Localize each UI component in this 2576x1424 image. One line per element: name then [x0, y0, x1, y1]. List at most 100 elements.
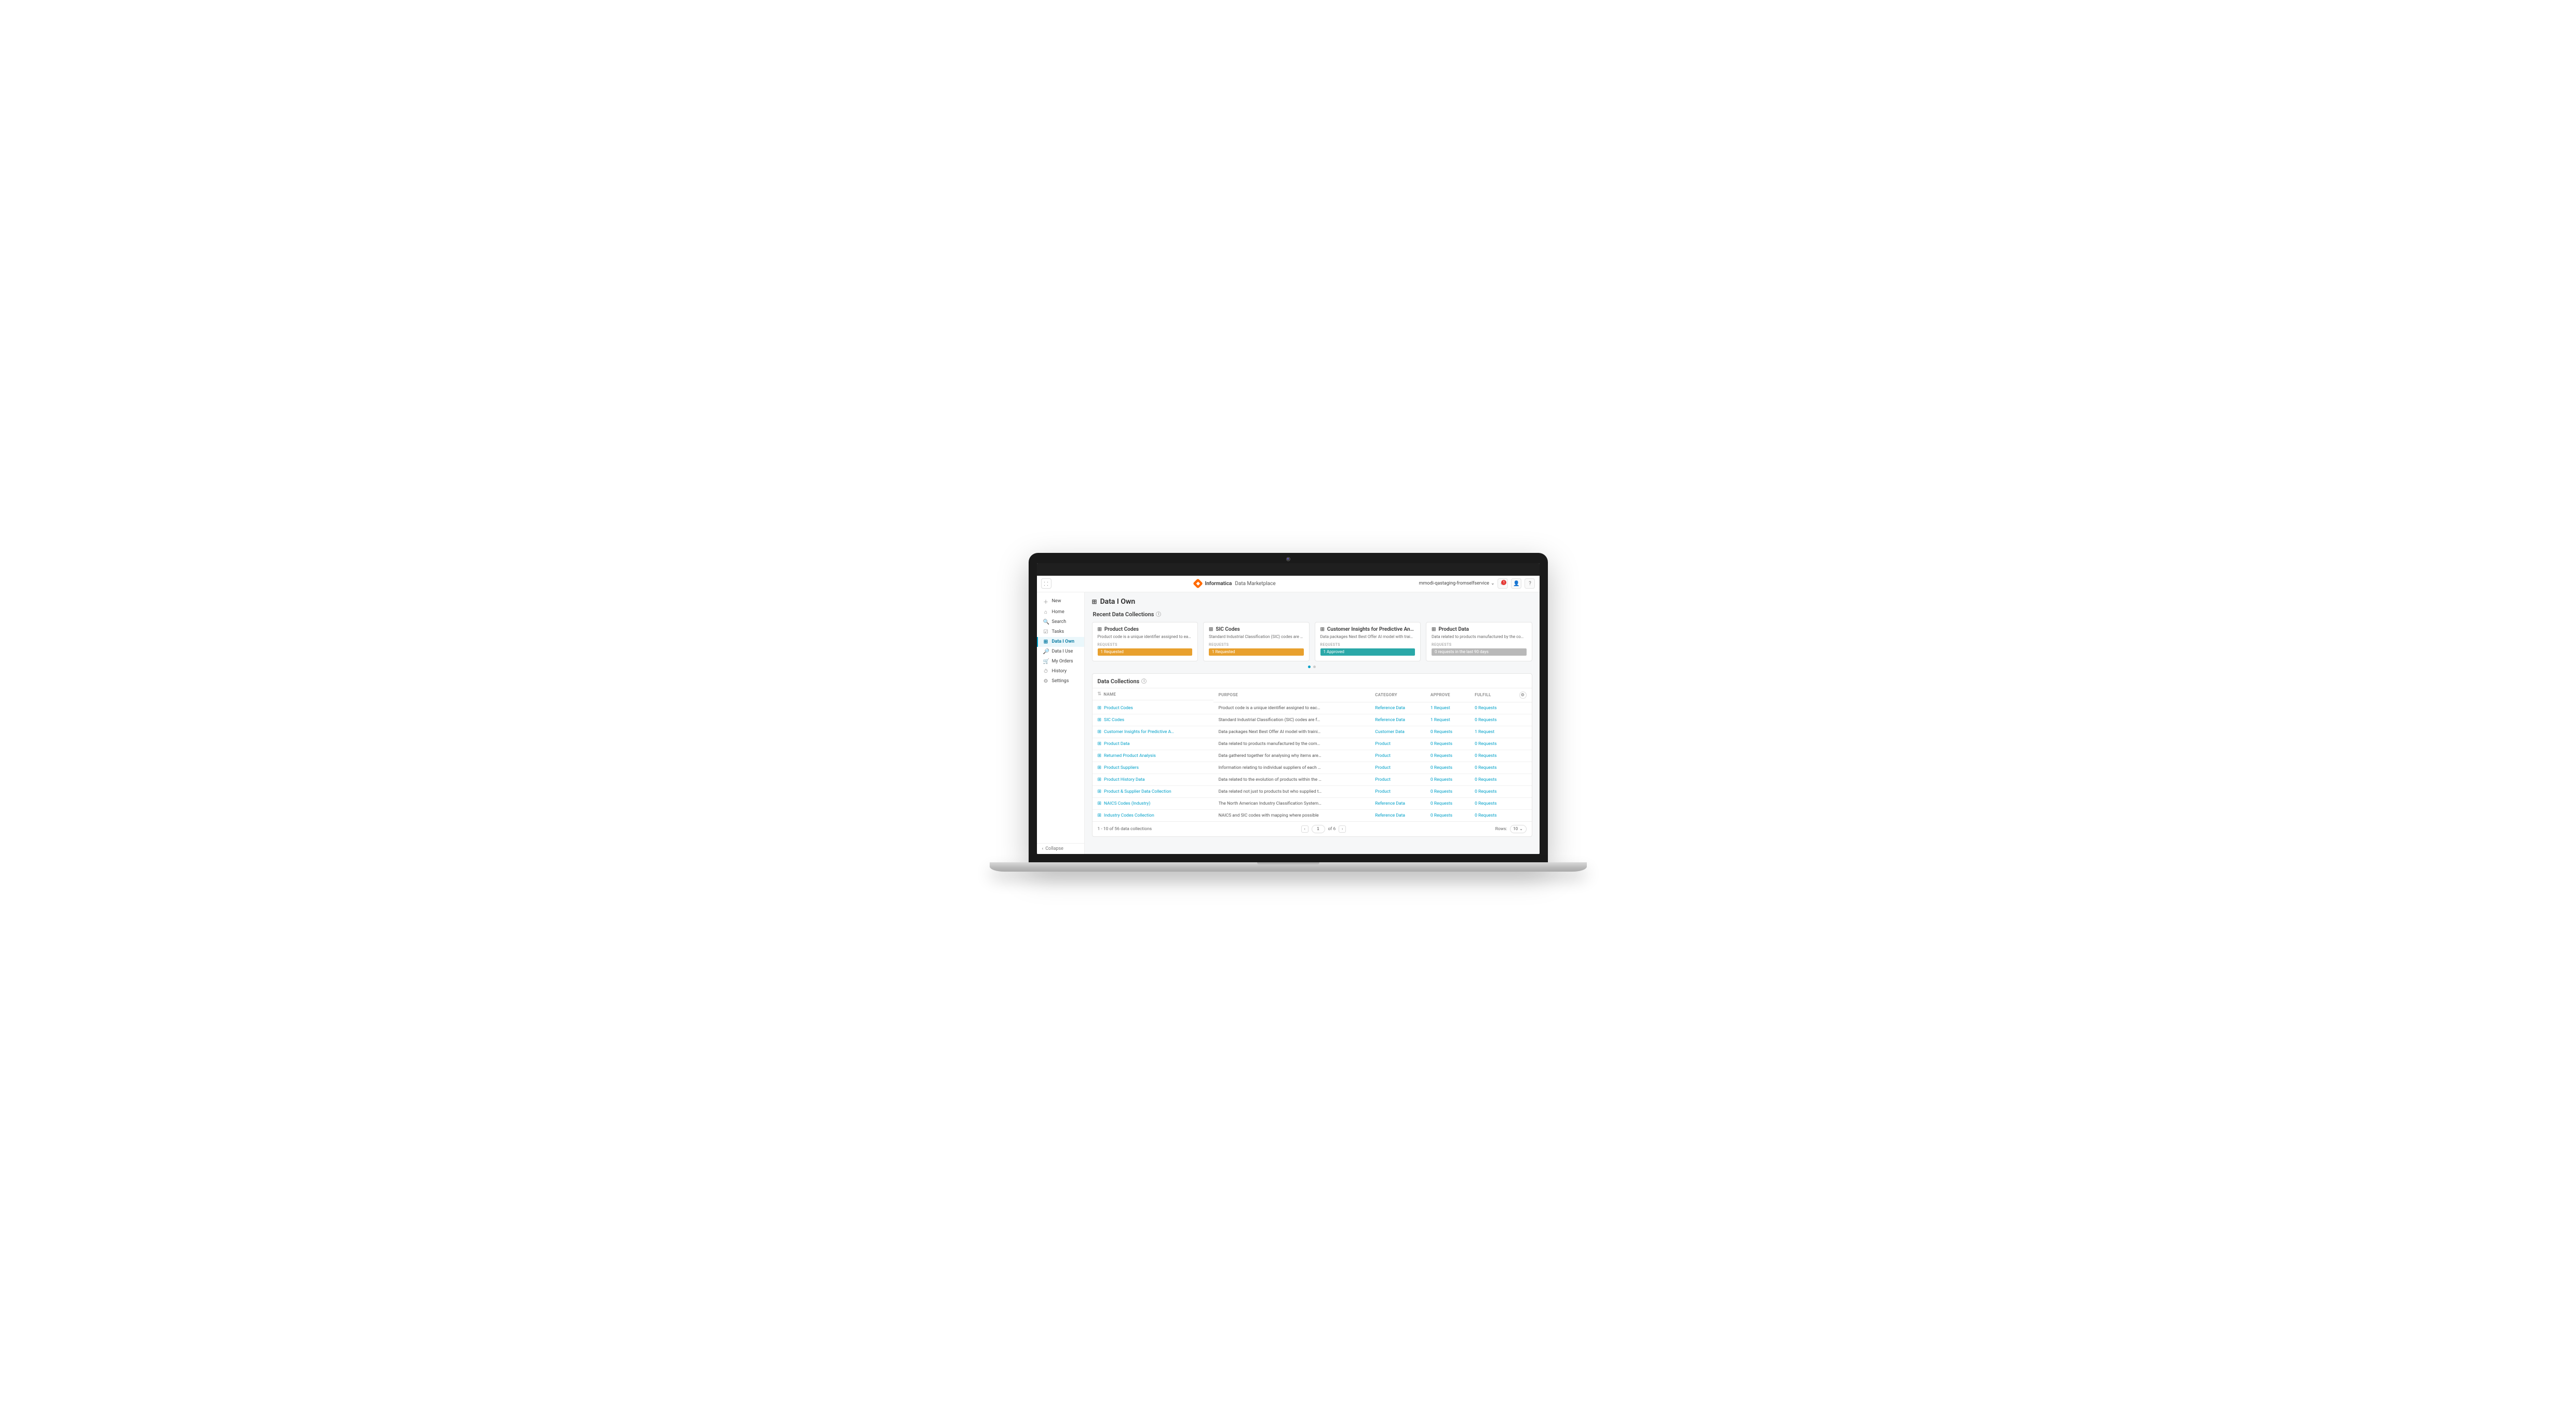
pager: ‹ of 6 ›	[1301, 825, 1346, 833]
sidebar-item-search[interactable]: 🔍Search	[1037, 617, 1084, 627]
nav-icon: 🔍	[1043, 619, 1049, 625]
fulfill-link[interactable]: 0 Requests	[1475, 777, 1496, 782]
sidebar-item-my-orders[interactable]: 🛒My Orders	[1037, 657, 1084, 667]
collection-link[interactable]: ⊞SIC Codes	[1098, 717, 1176, 723]
collection-link[interactable]: ⊞Product & Supplier Data Collection	[1098, 789, 1176, 794]
category-link[interactable]: Product	[1375, 753, 1391, 758]
notifications-button[interactable]: 🕭 1	[1498, 578, 1508, 589]
category-link[interactable]: Reference Data	[1375, 717, 1405, 723]
column-approve[interactable]: APPROVE	[1425, 688, 1469, 702]
column-fulfill[interactable]: FULFILL	[1469, 688, 1514, 702]
carousel-dot-1[interactable]	[1308, 666, 1311, 668]
requests-label: REQUESTS	[1432, 643, 1527, 647]
info-icon[interactable]: i	[1156, 612, 1161, 617]
collection-link[interactable]: ⊞Returned Product Analysis	[1098, 753, 1176, 758]
next-page-button[interactable]: ›	[1339, 825, 1346, 833]
grid-icon: ⊞	[1098, 789, 1102, 794]
approve-link[interactable]: 0 Requests	[1431, 801, 1452, 806]
purpose-text: Standard Industrial Classification (SIC)…	[1219, 717, 1323, 723]
help-button[interactable]: ?	[1525, 578, 1535, 589]
org-switcher[interactable]: mmodi-qastaging-fromselfservice ⌄	[1419, 581, 1495, 586]
collection-link[interactable]: ⊞Product Data	[1098, 741, 1176, 747]
sidebar-item-history[interactable]: ⏱History	[1037, 667, 1084, 676]
nav-icon: 🔎	[1043, 649, 1049, 655]
fulfill-link[interactable]: 1 Request	[1475, 729, 1494, 735]
user-menu-button[interactable]: 👤	[1511, 578, 1521, 589]
approve-link[interactable]: 0 Requests	[1431, 777, 1452, 782]
collection-card[interactable]: ⊞Product Codes Product code is a unique …	[1092, 622, 1198, 661]
card-title: Product Data	[1438, 627, 1468, 632]
collection-link[interactable]: ⊞Product History Data	[1098, 777, 1176, 782]
approve-link[interactable]: 0 Requests	[1431, 765, 1452, 770]
category-link[interactable]: Customer Data	[1375, 729, 1405, 735]
prev-page-button[interactable]: ‹	[1301, 825, 1309, 833]
category-link[interactable]: Product	[1375, 777, 1391, 782]
status-badge: 0 requests in the last 90 days	[1432, 648, 1527, 656]
approve-link[interactable]: 0 Requests	[1431, 789, 1452, 794]
approve-link[interactable]: 1 Request	[1431, 717, 1450, 723]
approve-link[interactable]: 1 Request	[1431, 706, 1450, 711]
total-pages: of 6	[1328, 826, 1336, 832]
user-icon: 👤	[1513, 581, 1519, 587]
category-link[interactable]: Reference Data	[1375, 706, 1405, 711]
table-row: ⊞Product & Supplier Data Collection Data…	[1093, 785, 1532, 797]
window-chrome-bar	[1037, 563, 1540, 576]
data-collections-heading: Data Collections i	[1093, 674, 1532, 688]
category-link[interactable]: Reference Data	[1375, 813, 1405, 818]
purpose-text: Data related not just to products but wh…	[1219, 789, 1323, 794]
collection-card[interactable]: ⊞SIC Codes Standard Industrial Classific…	[1203, 622, 1310, 661]
collapse-sidebar-button[interactable]: ‹ Collapse	[1037, 843, 1084, 854]
info-icon[interactable]: i	[1141, 679, 1147, 684]
column-purpose[interactable]: PURPOSE	[1213, 688, 1370, 702]
collection-link[interactable]: ⊞Product Suppliers	[1098, 765, 1176, 770]
sidebar-item-data-i-use[interactable]: 🔎Data I Use	[1037, 647, 1084, 657]
fulfill-link[interactable]: 0 Requests	[1475, 813, 1496, 818]
purpose-text: Product code is a unique identifier assi…	[1219, 706, 1323, 711]
status-badge: 1 Requested	[1209, 648, 1304, 656]
rows-per-page-select[interactable]: 10 ⌄	[1510, 825, 1527, 833]
fulfill-link[interactable]: 0 Requests	[1475, 789, 1496, 794]
approve-link[interactable]: 0 Requests	[1431, 813, 1452, 818]
column-settings[interactable]: ⚙	[1514, 688, 1532, 702]
recent-collections-heading: Recent Data Collections i	[1093, 611, 1531, 618]
page-title: ⊞ Data I Own	[1092, 598, 1532, 606]
sidebar-item-tasks[interactable]: ☑Tasks	[1037, 627, 1084, 637]
fulfill-link[interactable]: 0 Requests	[1475, 765, 1496, 770]
approve-link[interactable]: 0 Requests	[1431, 741, 1452, 747]
collection-link[interactable]: ⊞NAICS Codes (Industry)	[1098, 801, 1176, 806]
grid-icon: ⊞	[1320, 627, 1325, 632]
category-link[interactable]: Product	[1375, 789, 1391, 794]
page-input[interactable]	[1312, 825, 1325, 833]
fulfill-link[interactable]: 0 Requests	[1475, 717, 1496, 723]
fulfill-link[interactable]: 0 Requests	[1475, 801, 1496, 806]
sidebar-item-new[interactable]: ＋New	[1037, 595, 1084, 607]
requests-label: REQUESTS	[1320, 643, 1415, 647]
table-row: ⊞Customer Insights for Predictive Ana… D…	[1093, 726, 1532, 738]
collection-card[interactable]: ⊞Product Data Data related to products m…	[1426, 622, 1532, 661]
column-name[interactable]: ⇅ NAME	[1093, 688, 1213, 700]
collection-link[interactable]: ⊞Customer Insights for Predictive Ana…	[1098, 729, 1176, 735]
carousel-dot-2[interactable]	[1313, 666, 1316, 668]
chevron-left-icon: ‹	[1042, 846, 1044, 851]
category-link[interactable]: Product	[1375, 765, 1391, 770]
app-switcher-button[interactable]: ⸬	[1041, 578, 1051, 589]
category-link[interactable]: Reference Data	[1375, 801, 1405, 806]
fulfill-link[interactable]: 0 Requests	[1475, 706, 1496, 711]
table-row: ⊞Product Data Data related to products m…	[1093, 738, 1532, 750]
fulfill-link[interactable]: 0 Requests	[1475, 753, 1496, 758]
column-category[interactable]: CATEGORY	[1370, 688, 1425, 702]
sidebar-item-settings[interactable]: ⚙Settings	[1037, 676, 1084, 686]
collection-link[interactable]: ⊞Product Codes	[1098, 706, 1176, 711]
purpose-text: Information relating to individual suppl…	[1219, 765, 1323, 770]
sidebar-item-data-i-own[interactable]: ⊞Data I Own	[1037, 637, 1084, 647]
sidebar-item-home[interactable]: ⌂Home	[1037, 607, 1084, 617]
category-link[interactable]: Product	[1375, 741, 1391, 747]
fulfill-link[interactable]: 0 Requests	[1475, 741, 1496, 747]
approve-link[interactable]: 0 Requests	[1431, 729, 1452, 735]
product-name: Data Marketplace	[1235, 581, 1275, 587]
collection-link[interactable]: ⊞Industry Codes Collection	[1098, 813, 1176, 818]
approve-link[interactable]: 0 Requests	[1431, 753, 1452, 758]
nav-icon: 🛒	[1043, 659, 1049, 664]
collection-card[interactable]: ⊞Customer Insights for Predictive Analyt…	[1315, 622, 1421, 661]
table-row: ⊞Returned Product Analysis Data gathered…	[1093, 750, 1532, 762]
